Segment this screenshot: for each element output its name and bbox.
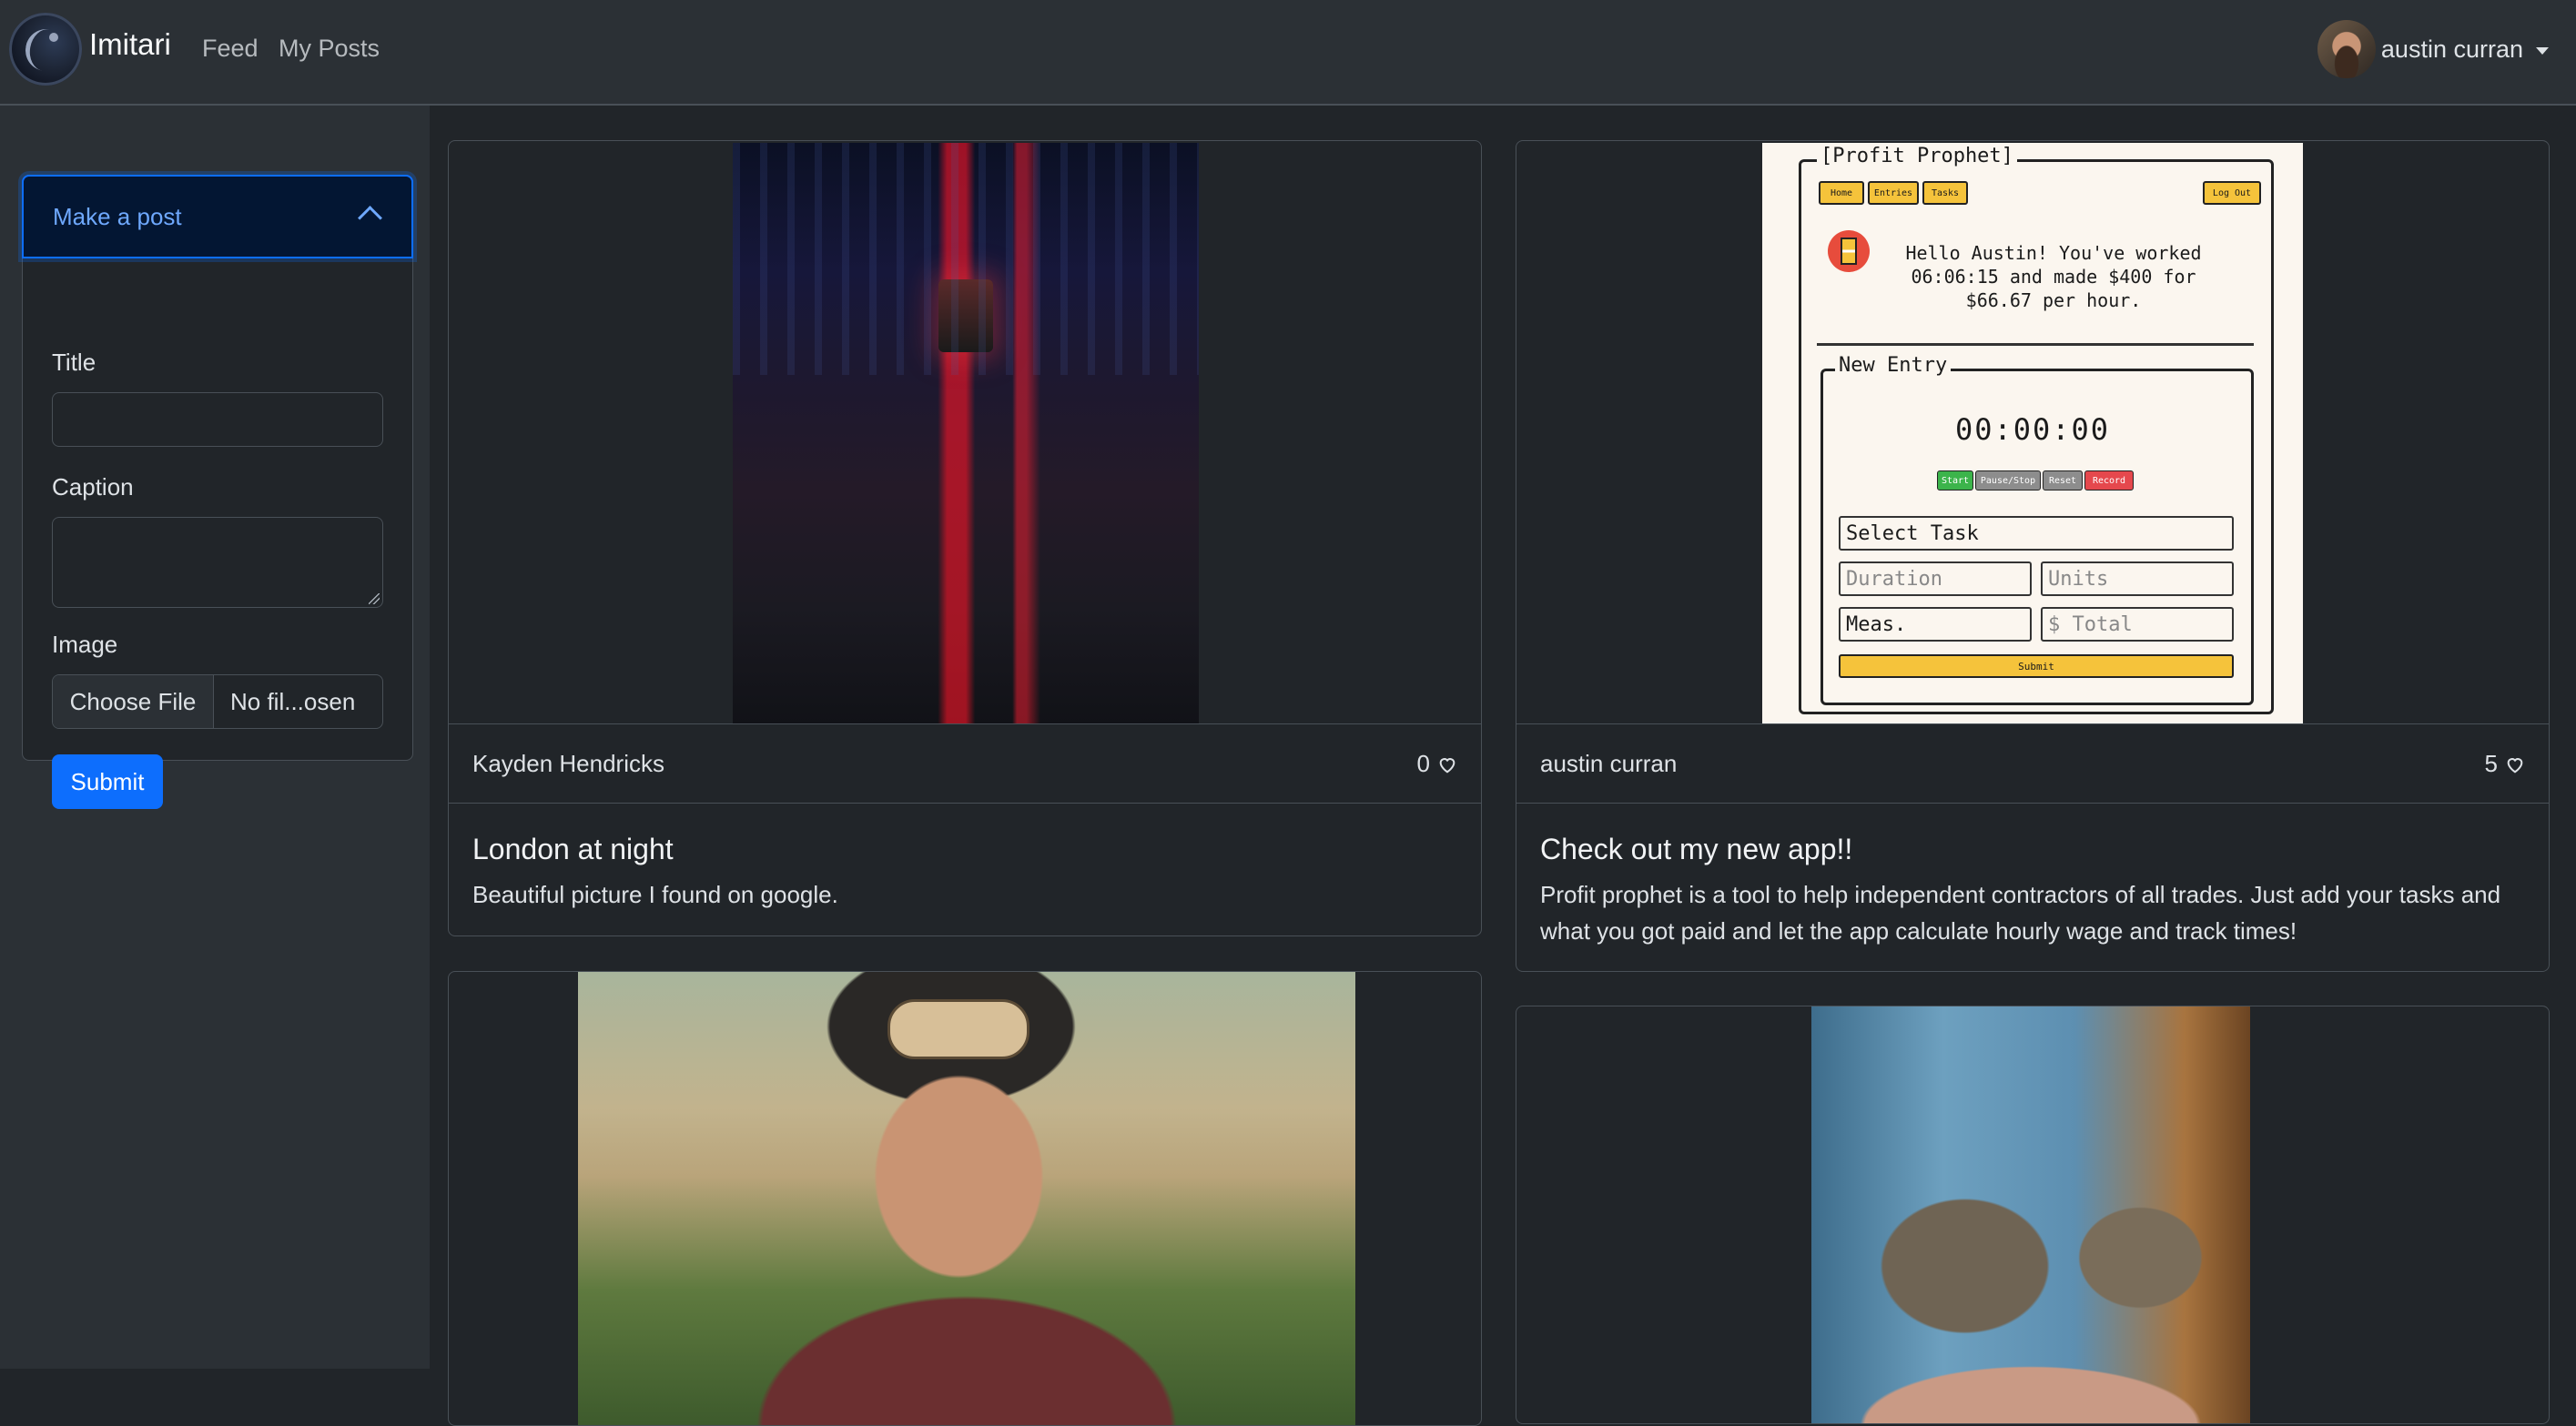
post-image-container: [Profit Prophet] Home Entries Tasks Log … [1516, 141, 2549, 723]
like-count: 0 [1416, 750, 1430, 777]
chevron-up-icon[interactable] [358, 206, 382, 230]
app-total-placeholder: $ Total [2048, 612, 2133, 636]
accordion-header[interactable]: Make a post [22, 175, 413, 258]
app-divider [1817, 343, 2254, 346]
app-timer: 00:00:00 [1954, 412, 2111, 447]
title-label: Title [52, 349, 96, 376]
navbar: Imitari Feed My Posts austin curran [0, 0, 2576, 106]
hourglass-icon [1828, 230, 1870, 272]
choose-file-button[interactable]: Choose File [53, 675, 214, 728]
file-status: No fil...osen [230, 687, 356, 715]
app-meas-select: Meas. [1839, 607, 2032, 642]
post-image[interactable] [1811, 1006, 2250, 1423]
app-select-task: Select Task [1839, 516, 2234, 551]
app-title: [Profit Prophet] [1817, 145, 2017, 167]
like-button[interactable]: 0 [1417, 750, 1457, 778]
post-meta-row: Kayden Hendricks 0 [449, 723, 1481, 804]
app-select-task-label: Select Task [1846, 521, 1979, 545]
post-meta-row: austin curran 5 [1516, 723, 2549, 804]
user-menu[interactable]: austin curran [2317, 18, 2549, 80]
post-image[interactable]: [Profit Prophet] Home Entries Tasks Log … [1762, 143, 2303, 723]
image-label: Image [52, 631, 118, 658]
image-file-input[interactable]: Choose File No fil...osen [52, 674, 383, 729]
app-units-placeholder: Units [2048, 567, 2109, 591]
app-duration-placeholder: Duration [1846, 567, 1942, 591]
like-count: 5 [2484, 750, 2498, 777]
make-post-accordion: Make a post Title Caption Image Choose F… [22, 175, 413, 809]
app-total-field: $ Total [2041, 607, 2234, 642]
nav-link-my-posts[interactable]: My Posts [279, 35, 380, 63]
app-units-field: Units [2041, 561, 2234, 596]
app-entry-legend: New Entry [1835, 354, 1952, 377]
app-pause-button: Pause/Stop [1975, 470, 2041, 491]
caption-textarea[interactable] [52, 517, 383, 608]
post-author: Kayden Hendricks [472, 750, 664, 777]
app-tasks-button: Tasks [1922, 181, 1968, 205]
brand-logo-icon[interactable] [9, 13, 82, 86]
resize-grip-icon[interactable] [369, 593, 380, 604]
post-caption: Beautiful picture I found on google. [472, 881, 838, 908]
caret-down-icon[interactable] [2536, 47, 2549, 55]
post-image-container [449, 141, 1481, 723]
app-submit-button: Submit [1839, 654, 2234, 678]
app-reset-button: Reset [2043, 470, 2083, 491]
nav-link-feed[interactable]: Feed [202, 35, 259, 63]
post-card [448, 971, 1482, 1426]
post-image[interactable] [733, 143, 1199, 723]
brand-name[interactable]: Imitari [89, 27, 171, 62]
post-title: London at night [472, 833, 674, 865]
app-duration-field: Duration [1839, 561, 2032, 596]
caption-label: Caption [52, 473, 134, 501]
post-author: austin curran [1540, 750, 1678, 777]
heart-icon[interactable] [1437, 754, 1457, 774]
sidebar: Make a post Title Caption Image Choose F… [0, 106, 430, 1369]
app-greeting: Hello Austin! You've worked 06:06:15 and… [1905, 242, 2202, 311]
submit-button[interactable]: Submit [52, 754, 163, 809]
post-card: Kayden Hendricks 0 London at night Beaut… [448, 140, 1482, 936]
app-record-button: Record [2084, 470, 2134, 491]
heart-icon[interactable] [2505, 754, 2525, 774]
app-start-button: Start [1937, 470, 1973, 491]
app-home-button: Home [1819, 181, 1864, 205]
post-card [1516, 1006, 2550, 1424]
post-title: Check out my new app!! [1540, 833, 1853, 865]
app-logout-button: Log Out [2203, 181, 2261, 205]
like-button[interactable]: 5 [2485, 750, 2525, 778]
title-input[interactable] [52, 392, 383, 447]
user-name[interactable]: austin curran [2381, 35, 2523, 64]
post-card: [Profit Prophet] Home Entries Tasks Log … [1516, 140, 2550, 972]
app-meas-label: Meas. [1846, 612, 1907, 636]
post-image[interactable] [578, 972, 1355, 1425]
app-entries-button: Entries [1868, 181, 1919, 205]
accordion-title[interactable]: Make a post [53, 203, 182, 231]
post-caption: Profit prophet is a tool to help indepen… [1540, 881, 2501, 945]
avatar[interactable] [2317, 20, 2376, 78]
